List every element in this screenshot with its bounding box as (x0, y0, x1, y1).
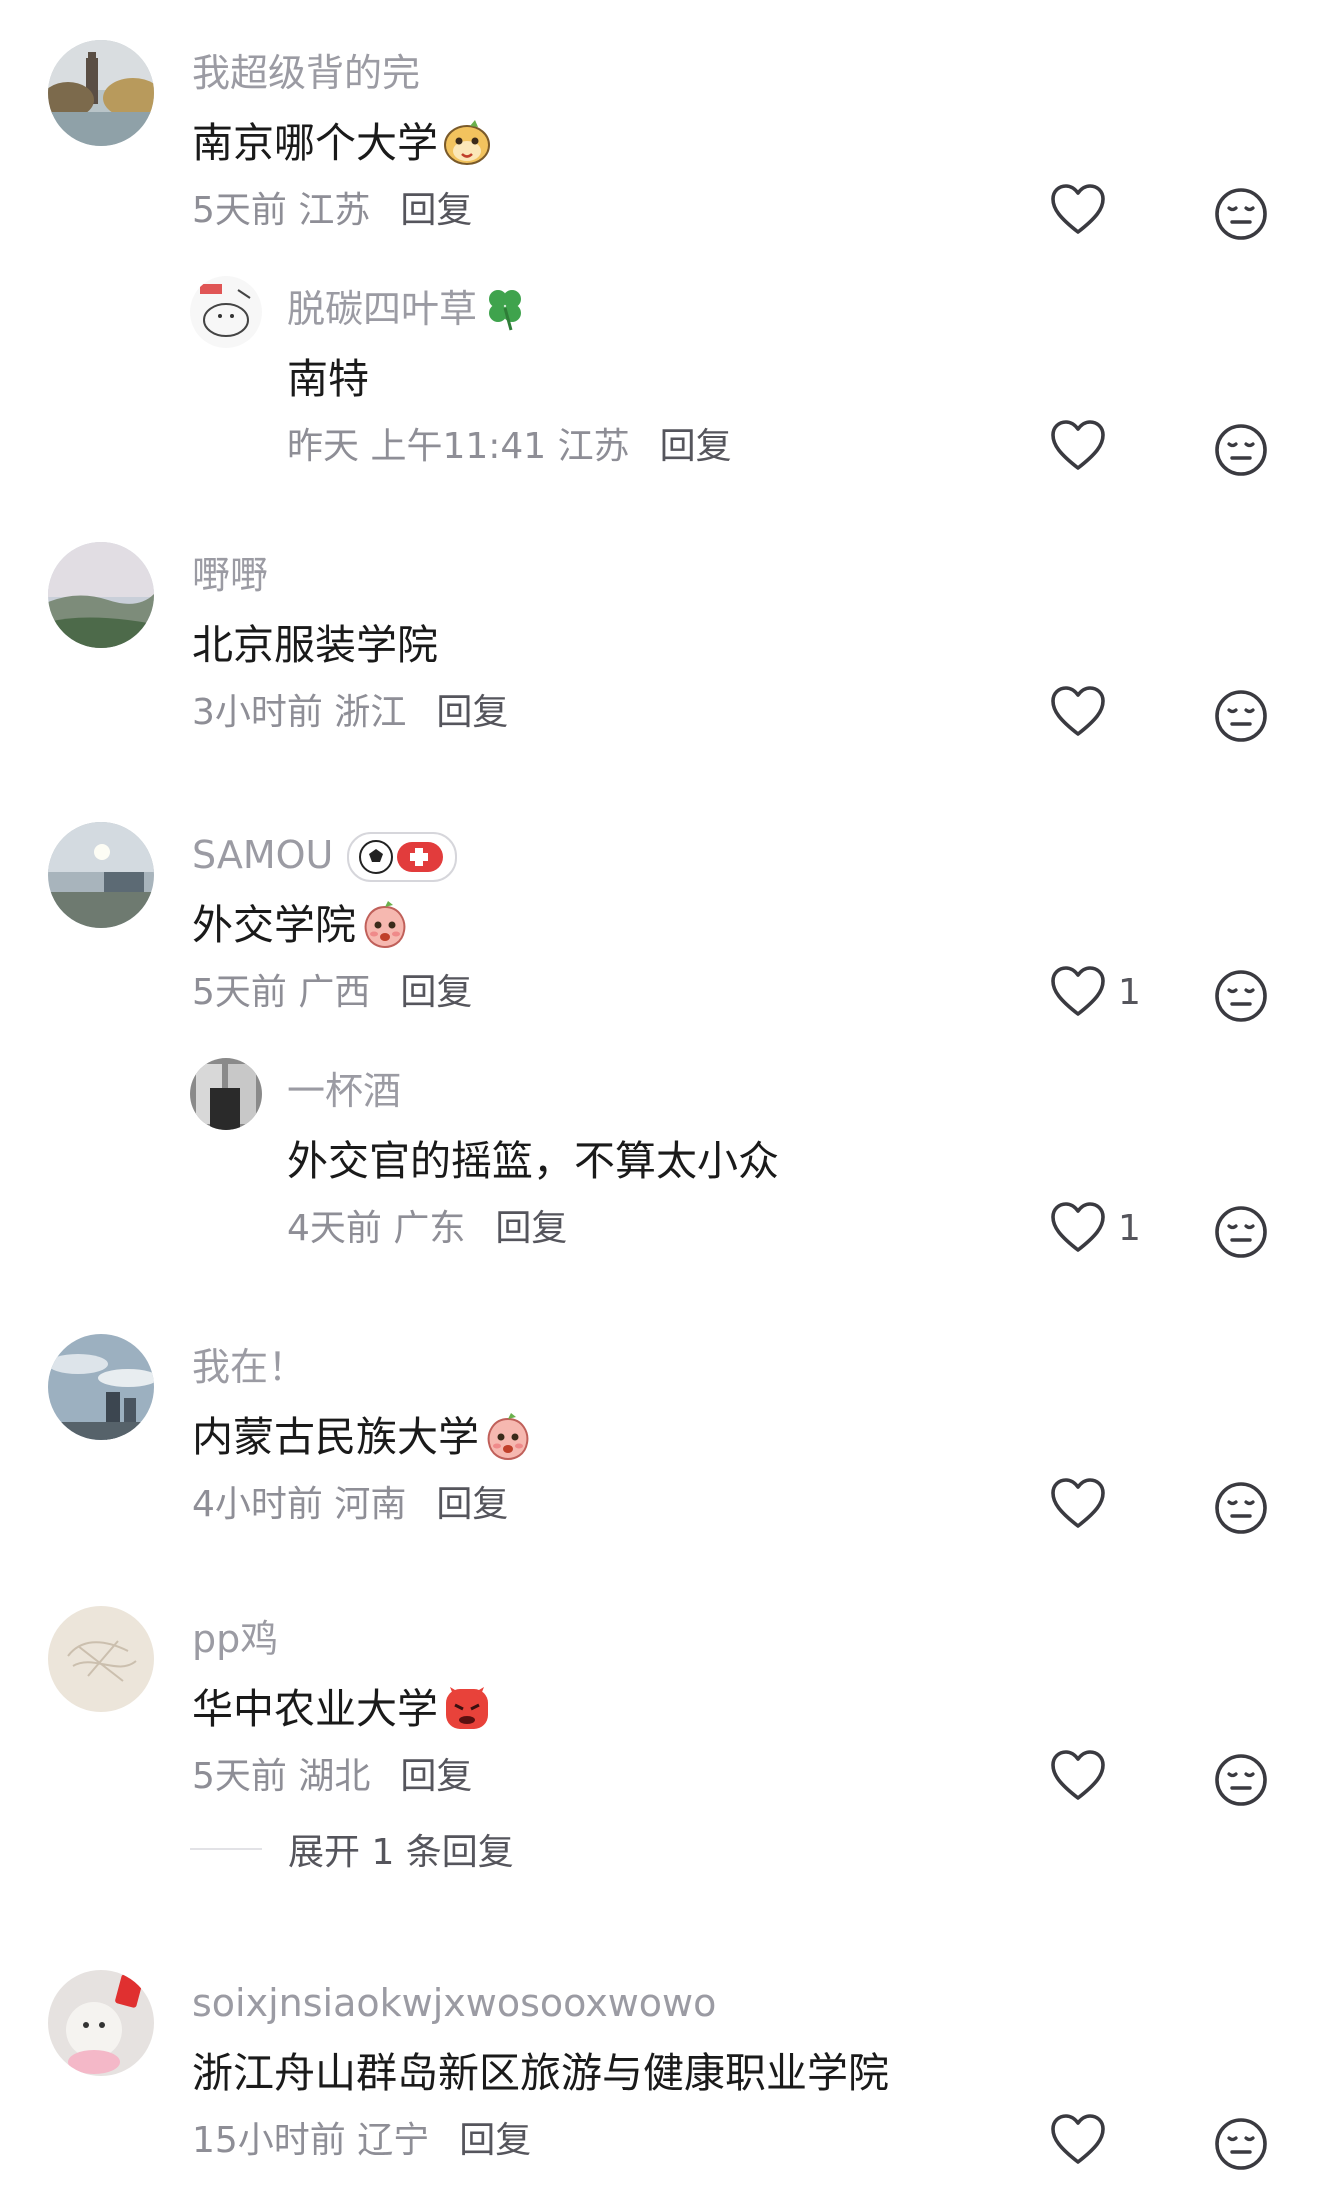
username[interactable]: 我超级背的完 (192, 48, 420, 98)
comment-meta: 昨天 上午11:41 江苏 回复 (287, 426, 732, 467)
avatar[interactable] (190, 1058, 262, 1130)
username[interactable]: SAMOU (192, 830, 458, 882)
comment-meta: 3小时前 浙江 回复 (192, 692, 509, 733)
like-button[interactable] (1048, 1746, 1118, 1806)
reply-button[interactable]: 回复 (459, 2120, 531, 2161)
meh-face-icon (1213, 1480, 1269, 1536)
username[interactable]: 一杯酒 (287, 1066, 401, 1116)
comment-text: 南京哪个大学 (192, 116, 492, 180)
username[interactable]: soixjnsiaokwjxwosooxwowo (192, 1978, 716, 2028)
dislike-button[interactable] (1213, 1752, 1269, 1812)
username[interactable]: 嘢嘢 (192, 550, 268, 600)
comment-meta: 4小时前 河南 回复 (192, 1484, 509, 1525)
heart-outline-icon (1048, 2110, 1108, 2170)
like-count: 1 (1118, 1207, 1141, 1249)
heart-outline-icon (1048, 962, 1108, 1022)
peach-face-emoji-icon (483, 1411, 533, 1474)
comment-meta: 5天前 湖北 回复 (192, 1756, 473, 1797)
comment-text: 外交学院 (192, 898, 410, 962)
heart-outline-icon (1048, 180, 1108, 240)
comment-meta: 4天前 广东 回复 (287, 1208, 568, 1249)
like-button[interactable]: 1 (1048, 1198, 1141, 1258)
meh-face-icon (1213, 1752, 1269, 1808)
like-button[interactable]: 1 (1048, 962, 1141, 1022)
comment-meta: 5天前 广西 回复 (192, 972, 473, 1013)
like-button[interactable] (1048, 1474, 1118, 1534)
meh-face-icon (1213, 968, 1269, 1024)
four-leaf-clover-emoji-icon (481, 284, 529, 344)
username[interactable]: pp鸡 (192, 1614, 278, 1664)
reply-button[interactable]: 回复 (400, 1756, 472, 1797)
reply-button[interactable]: 回复 (436, 692, 508, 733)
angry-face-emoji-icon (442, 1683, 492, 1746)
like-button[interactable] (1048, 2110, 1118, 2170)
dislike-button[interactable] (1213, 1480, 1269, 1540)
like-button[interactable] (1048, 180, 1118, 240)
dislike-button[interactable] (1213, 688, 1269, 748)
username[interactable]: 我在！ (192, 1342, 306, 1392)
reply-button[interactable]: 回复 (495, 1208, 567, 1249)
expand-replies-button[interactable]: 展开 1 条回复 (190, 1824, 514, 1874)
meh-face-icon (1213, 186, 1269, 242)
football-swiss-flag-badge (347, 832, 458, 882)
reply-button[interactable]: 回复 (400, 972, 472, 1013)
heart-outline-icon (1048, 1198, 1108, 1258)
dislike-button[interactable] (1213, 422, 1269, 482)
peach-face-emoji-icon (360, 899, 410, 962)
avatar[interactable] (48, 822, 154, 928)
comment-meta: 5天前 江苏 回复 (192, 190, 473, 231)
heart-outline-icon (1048, 416, 1108, 476)
avatar[interactable] (48, 40, 154, 146)
cute-face-emoji-icon (442, 117, 492, 180)
comment-text: 内蒙古民族大学 (192, 1410, 533, 1474)
divider (190, 1848, 262, 1850)
meh-face-icon (1213, 1204, 1269, 1260)
heart-outline-icon (1048, 1474, 1108, 1534)
avatar[interactable] (48, 1334, 154, 1440)
username[interactable]: 脱碳四叶草 (287, 284, 529, 344)
dislike-button[interactable] (1213, 186, 1269, 246)
like-button[interactable] (1048, 416, 1118, 476)
heart-outline-icon (1048, 682, 1108, 742)
comment-meta: 15小时前 辽宁 回复 (192, 2120, 532, 2161)
reply-button[interactable]: 回复 (660, 426, 732, 467)
reply-button[interactable]: 回复 (436, 1484, 508, 1525)
meh-face-icon (1213, 688, 1269, 744)
reply-button[interactable]: 回复 (400, 190, 472, 231)
avatar[interactable] (190, 276, 262, 348)
avatar[interactable] (48, 1606, 154, 1712)
dislike-button[interactable] (1213, 968, 1269, 1028)
avatar[interactable] (48, 1970, 154, 2076)
comment-text: 华中农业大学 (192, 1682, 492, 1746)
like-count: 1 (1118, 971, 1141, 1013)
meh-face-icon (1213, 2116, 1269, 2172)
dislike-button[interactable] (1213, 1204, 1269, 1264)
like-button[interactable] (1048, 682, 1118, 742)
avatar[interactable] (48, 542, 154, 648)
expand-replies-label: 展开 1 条回复 (288, 1832, 514, 1873)
comment-text: 北京服装学院 (192, 621, 438, 669)
comment-text: 浙江舟山群岛新区旅游与健康职业学院 (192, 2049, 889, 2097)
dislike-button[interactable] (1213, 2116, 1269, 2176)
meh-face-icon (1213, 422, 1269, 478)
heart-outline-icon (1048, 1746, 1108, 1806)
comment-text: 外交官的摇篮，不算太小众 (287, 1137, 779, 1185)
comment-text: 南特 (287, 355, 369, 403)
